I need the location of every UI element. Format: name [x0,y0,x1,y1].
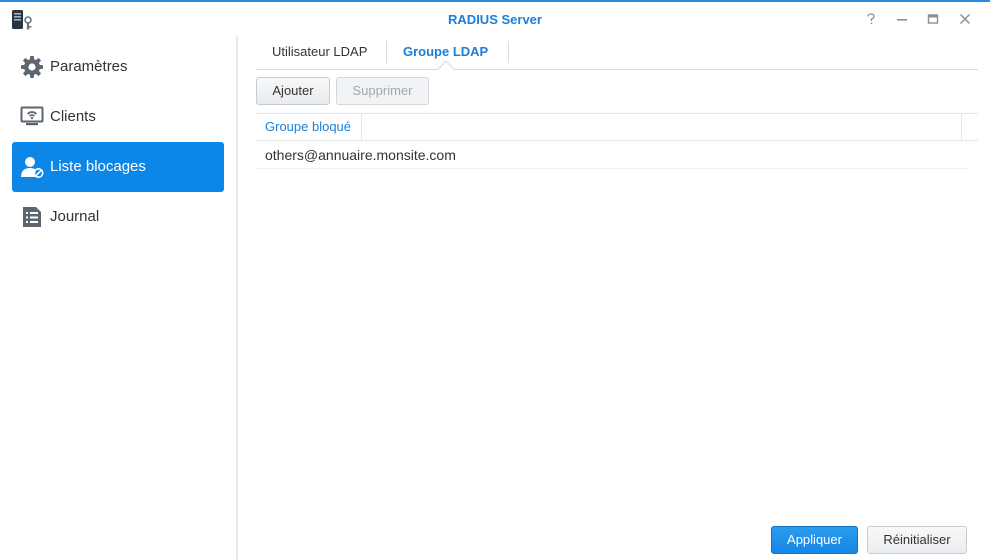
add-button[interactable]: Ajouter [256,77,330,105]
main-panel: Utilisateur LDAP Groupe LDAP Ajouter Sup… [240,36,990,560]
sidebar: Paramètres Clients Liste blocages Journa… [0,36,238,560]
close-icon [959,13,971,25]
sidebar-item-label: Clients [50,108,96,125]
radius-server-window: RADIUS Server Paramètres Clients Liste b… [0,0,990,560]
sidebar-item-parametres[interactable]: Paramètres [12,42,224,92]
delete-button[interactable]: Supprimer [336,77,429,105]
monitor-wifi-icon [20,106,44,126]
table-cell: others@annuaire.monsite.com [265,147,456,163]
sidebar-item-label: Liste blocages [50,158,146,175]
sidebar-item-label: Paramètres [50,58,128,75]
tab-separator [508,41,509,63]
sidebar-item-journal[interactable]: Journal [12,192,224,242]
tab-utilisateur-ldap[interactable]: Utilisateur LDAP [256,38,383,69]
sidebar-item-liste-blocages[interactable]: Liste blocages [12,142,224,192]
tab-bar: Utilisateur LDAP Groupe LDAP [256,38,978,78]
help-button[interactable] [861,9,881,29]
column-header-groupe-bloque[interactable]: Groupe bloqué [256,114,362,140]
close-button[interactable] [955,9,975,29]
sidebar-item-label: Journal [50,208,100,225]
user-blocked-icon [21,157,44,178]
log-list-icon [23,207,41,227]
maximize-button[interactable] [923,9,943,29]
window-title: RADIUS Server [448,12,542,27]
sidebar-item-clients[interactable]: Clients [12,92,224,142]
minimize-button[interactable] [892,9,912,29]
table-header: Groupe bloqué [256,113,978,141]
blocked-groups-table: Groupe bloqué others@annuaire.monsite.co… [256,113,978,169]
question-icon [867,13,875,24]
gear-icon [21,56,43,78]
column-divider [961,114,962,140]
minimize-icon [897,19,907,21]
table-row[interactable]: others@annuaire.monsite.com [256,141,968,169]
reset-button[interactable]: Réinitialiser [867,526,967,554]
apply-button[interactable]: Appliquer [771,526,858,554]
title-bar: RADIUS Server [0,4,990,36]
maximize-icon [927,14,939,24]
